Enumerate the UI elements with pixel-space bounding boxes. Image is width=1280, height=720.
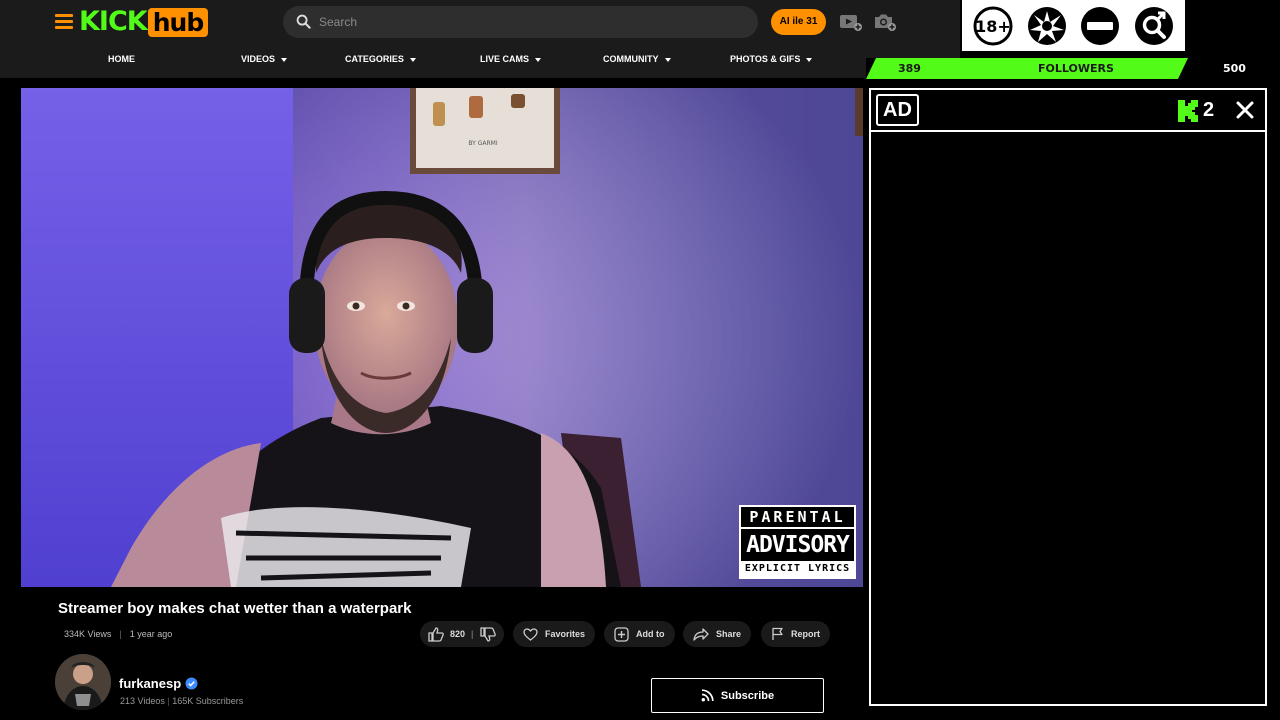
video-upload-icon[interactable] [839,13,863,31]
report-button[interactable]: Report [761,621,830,647]
logo-hub-text: hub [147,7,209,37]
nav-videos[interactable]: VIDEOS [241,54,288,64]
ad-tag: AD [876,94,919,126]
overlay-badge-panel: 18+ [962,0,1185,51]
share-icon [693,627,709,641]
nav-home[interactable]: HOME [108,54,135,64]
parental-advisory-label: PARENTAL ADVISORY EXPLICIT LYRICS [739,505,856,579]
follower-label: FOLLOWERS [1038,62,1114,75]
advisory-line1: PARENTAL [741,507,854,529]
video-frame: BY GARMI [21,88,863,587]
search-input[interactable] [319,6,739,38]
video-title: Streamer boy makes chat wetter than a wa… [58,600,412,617]
thumbs-down-icon[interactable] [479,626,496,642]
like-count: 820 [450,629,466,639]
add-icon [614,626,629,642]
report-label: Report [791,629,820,639]
age-18-plus-icon: 18+ [973,6,1013,45]
logo-kick-text: KICK [79,6,148,37]
follower-goal-bar: 389 FOLLOWERS 500 [866,58,1280,79]
favorites-button[interactable]: Favorites [513,621,596,647]
video-meta: 334K Views | 1 year ago [64,629,172,639]
view-count: 334K Views [64,629,112,639]
kick-logo-icon [1178,99,1198,122]
menu-icon[interactable] [55,14,73,29]
ai-button[interactable]: AI ile 31 [771,9,826,35]
nav-categories[interactable]: CATEGORIES [345,54,416,64]
meta-separator: | [119,629,122,639]
splat-icon [1027,6,1066,45]
nav-photos-gifs-label: PHOTOS & GIFS [730,54,801,64]
no-entry-icon [1081,6,1120,45]
channel-avatar[interactable] [55,654,111,710]
ad-counter: 2 [1178,99,1214,122]
rating-separator: | [471,629,474,639]
follower-current: 389 [898,62,921,75]
advisory-line3: EXPLICIT LYRICS [741,561,854,577]
rating-control: 820 | [420,621,504,647]
favorites-label: Favorites [545,629,586,639]
flag-icon [772,627,783,640]
share-label: Share [716,629,742,639]
search-bar[interactable] [283,6,758,38]
search-icon [296,14,311,29]
share-button[interactable]: Share [683,621,752,647]
nav-community-label: COMMUNITY [603,54,659,64]
thumbs-up-icon[interactable] [428,626,444,642]
video-player[interactable]: BY GARMI [21,88,863,587]
add-to-label: Add to [636,629,665,639]
chevron-down-icon [535,57,542,62]
chevron-down-icon [281,57,288,62]
site-logo[interactable]: KICK hub [79,6,209,37]
nav-photos-gifs[interactable]: PHOTOS & GIFS [730,54,813,64]
verified-badge-icon [185,677,198,690]
follower-goal: 500 [1223,62,1246,75]
close-icon[interactable] [1235,100,1255,120]
channel-name[interactable]: furkanesp [119,676,198,691]
nav-live-cams[interactable]: LIVE CAMS [480,54,542,64]
nav-community[interactable]: COMMUNITY [603,54,671,64]
top-header: KICK hub AI ile 31 HOME VIDEOS CATEGORIE… [0,0,960,78]
gender-search-icon [1135,6,1174,45]
chevron-down-icon [806,57,813,62]
ad-count: 2 [1203,99,1215,121]
ad-header: AD 2 [871,90,1265,132]
svg-text:18+: 18+ [975,17,1011,36]
add-to-button[interactable]: Add to [604,621,675,647]
channel-name-text: furkanesp [119,676,182,691]
ad-panel: AD 2 [869,88,1267,706]
nav-categories-label: CATEGORIES [345,54,404,64]
chevron-down-icon [409,57,416,62]
nav-videos-label: VIDEOS [241,54,276,64]
channel-subscriber-count: 165K Subscribers [172,696,244,706]
heart-icon [523,627,538,641]
subscribe-button[interactable]: Subscribe [651,678,824,713]
subscribe-label: Subscribe [720,689,775,702]
nav-home-label: HOME [108,54,135,64]
chevron-down-icon [664,57,671,62]
avatar-image [55,654,111,710]
rss-icon [701,689,714,702]
camera-upload-icon[interactable] [873,13,897,31]
nav-live-cams-label: LIVE CAMS [480,54,530,64]
advisory-line2: ADVISORY [746,532,850,558]
svg-text:BY GARMI: BY GARMI [468,140,497,147]
channel-video-count: 213 Videos [120,696,165,706]
upload-age: 1 year ago [129,629,173,639]
channel-stats: 213 Videos | 165K Subscribers [120,696,243,706]
